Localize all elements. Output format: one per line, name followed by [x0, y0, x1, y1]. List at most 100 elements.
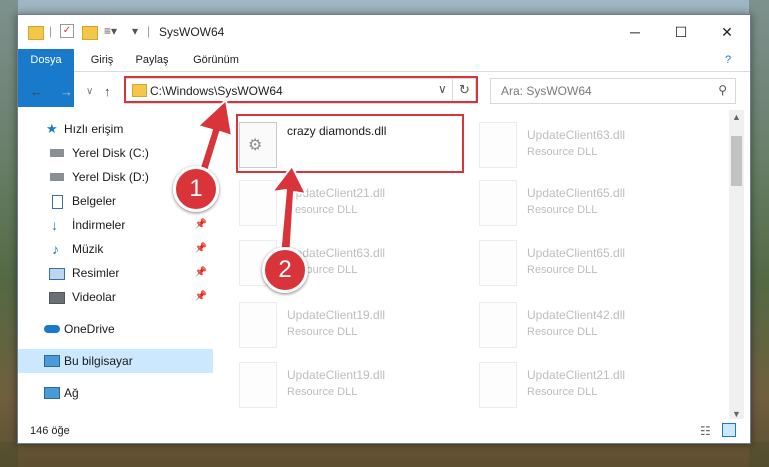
- sidebar-item-disk-c[interactable]: Yerel Disk (C:): [18, 141, 213, 165]
- minimize-button[interactable]: ─: [612, 15, 658, 49]
- sidebar-item-pictures[interactable]: Resimler 📌: [18, 261, 213, 285]
- step-marker-1: 1: [173, 166, 219, 212]
- file-name: UpdateClient21.dll: [527, 368, 626, 382]
- dll-file-icon: [479, 362, 517, 408]
- background-strip-left: [0, 0, 18, 467]
- sidebar-item-onedrive[interactable]: OneDrive: [18, 317, 213, 341]
- background-strip-bottom: [0, 442, 769, 467]
- search-icon[interactable]: ⚲: [718, 83, 727, 97]
- dll-file-icon: [239, 362, 277, 408]
- details-view-icon[interactable]: ☷: [700, 424, 711, 438]
- file-item[interactable]: UpdateClient65.dll Resource DLL: [479, 178, 719, 236]
- download-icon: ↓: [51, 217, 58, 233]
- scroll-up-icon[interactable]: ▲: [732, 112, 741, 122]
- sidebar-item-label: İndirmeler: [72, 218, 126, 232]
- dll-file-icon: [479, 302, 517, 348]
- sidebar-item-label: Ağ: [64, 386, 79, 400]
- file-item[interactable]: UpdateClient65.dll Resource DLL: [479, 238, 719, 296]
- search-placeholder: Ara: SysWOW64: [501, 84, 592, 98]
- file-name: UpdateClient63.dll: [527, 128, 626, 142]
- file-description: Resource DLL: [527, 264, 598, 276]
- sidebar-item-network[interactable]: Ağ: [18, 381, 213, 405]
- maximize-button[interactable]: ☐: [658, 15, 704, 49]
- sidebar-item-label: Hızlı erişim: [64, 122, 124, 136]
- file-item[interactable]: UpdateClient21.dll Resource DLL: [479, 360, 719, 415]
- pin-icon[interactable]: 📌: [195, 261, 207, 285]
- computer-icon: [44, 355, 60, 367]
- large-icons-view-icon[interactable]: [722, 423, 736, 437]
- dll-file-icon: [479, 180, 517, 226]
- drive-icon: [50, 173, 64, 181]
- file-description: Resource DLL: [287, 386, 358, 398]
- search-input[interactable]: Ara: SysWOW64 ⚲: [490, 78, 736, 104]
- properties-icon[interactable]: ✓: [60, 24, 74, 38]
- sidebar-item-music[interactable]: ♪ Müzik 📌: [18, 237, 213, 261]
- dll-file-icon: [479, 122, 517, 168]
- file-description: Resource DLL: [527, 146, 598, 158]
- ribbon-tabs: Dosya Giriş Paylaş Görünüm ?: [18, 49, 750, 107]
- window-title: SysWOW64: [159, 25, 225, 39]
- scroll-down-icon[interactable]: ▼: [732, 409, 741, 419]
- file-description: Resource DLL: [527, 204, 598, 216]
- file-item[interactable]: UpdateClient19.dll Resource DLL: [239, 300, 479, 358]
- vertical-scrollbar[interactable]: ▲ ▼: [729, 110, 744, 421]
- pin-icon[interactable]: 📌: [195, 237, 207, 261]
- network-icon: [44, 387, 60, 399]
- sidebar-item-label: Bu bilgisayar: [64, 354, 133, 368]
- file-item[interactable]: UpdateClient19.dll Resource DLL: [239, 360, 479, 415]
- folder-icon: [28, 26, 44, 40]
- recent-dropdown-icon[interactable]: ∨: [86, 86, 93, 97]
- scrollbar-thumb[interactable]: [731, 136, 742, 186]
- file-description: Resource DLL: [287, 326, 358, 338]
- sidebar-item-videos[interactable]: Videolar 📌: [18, 285, 213, 309]
- document-icon: [52, 195, 63, 209]
- file-name: UpdateClient42.dll: [527, 308, 626, 322]
- file-highlight-box: [236, 114, 464, 173]
- dll-file-icon: [239, 180, 277, 226]
- separator: |: [147, 24, 151, 38]
- sidebar-item-downloads[interactable]: ↓ İndirmeler 📌: [18, 213, 213, 237]
- sidebar-item-label: Müzik: [72, 242, 104, 256]
- navigation-pane: ★ Hızlı erişim Yerel Disk (C:) Yerel Dis…: [18, 110, 213, 410]
- file-name: UpdateClient19.dll: [287, 308, 386, 322]
- file-name: UpdateClient21.dll: [287, 186, 386, 200]
- music-icon: ♪: [52, 241, 59, 257]
- file-description: Resource DLL: [527, 386, 598, 398]
- new-folder-icon[interactable]: [82, 26, 98, 40]
- dll-file-icon: [239, 302, 277, 348]
- up-arrow-icon[interactable]: ↑: [104, 84, 111, 99]
- pin-icon[interactable]: 📌: [195, 285, 207, 309]
- sidebar-item-this-pc[interactable]: Bu bilgisayar: [18, 349, 213, 373]
- star-icon: ★: [46, 121, 58, 136]
- customize-icon[interactable]: ≡▾: [104, 24, 117, 40]
- tab-view[interactable]: Görünüm: [186, 49, 246, 71]
- step-marker-2: 2: [262, 247, 308, 293]
- pin-icon[interactable]: 📌: [195, 213, 207, 237]
- video-icon: [49, 292, 65, 304]
- sidebar-item-label: Belgeler: [72, 194, 117, 208]
- file-name: UpdateClient19.dll: [287, 368, 386, 382]
- quick-access-dropdown-icon[interactable]: ▾: [132, 24, 138, 40]
- pictures-icon: [49, 268, 65, 280]
- address-highlight-box: [124, 76, 478, 103]
- help-icon[interactable]: ?: [718, 49, 738, 71]
- tab-share[interactable]: Paylaş: [130, 49, 174, 71]
- file-description: Resource DLL: [287, 204, 358, 216]
- item-count: 146 öğe: [30, 425, 70, 437]
- separator: |: [49, 24, 53, 38]
- sidebar-item-label: Resimler: [72, 266, 120, 280]
- file-name: UpdateClient65.dll: [527, 246, 626, 260]
- sidebar-item-label: OneDrive: [64, 322, 115, 336]
- background-strip-right: [749, 0, 769, 467]
- sidebar-item-quick-access[interactable]: ★ Hızlı erişim: [18, 117, 213, 141]
- file-item[interactable]: UpdateClient42.dll Resource DLL: [479, 300, 719, 358]
- drive-icon: [50, 149, 64, 157]
- back-arrow-icon[interactable]: ←: [30, 84, 43, 99]
- file-item[interactable]: UpdateClient63.dll Resource DLL: [479, 120, 719, 178]
- file-description: Resource DLL: [527, 326, 598, 338]
- tab-home[interactable]: Giriş: [82, 49, 122, 71]
- title-bar: | ✓ ≡▾ ▾ | SysWOW64 ─ ☐ ✕: [18, 15, 750, 49]
- file-item[interactable]: UpdateClient21.dll Resource DLL: [239, 178, 479, 236]
- forward-arrow-icon[interactable]: →: [60, 84, 73, 99]
- close-button[interactable]: ✕: [704, 15, 750, 49]
